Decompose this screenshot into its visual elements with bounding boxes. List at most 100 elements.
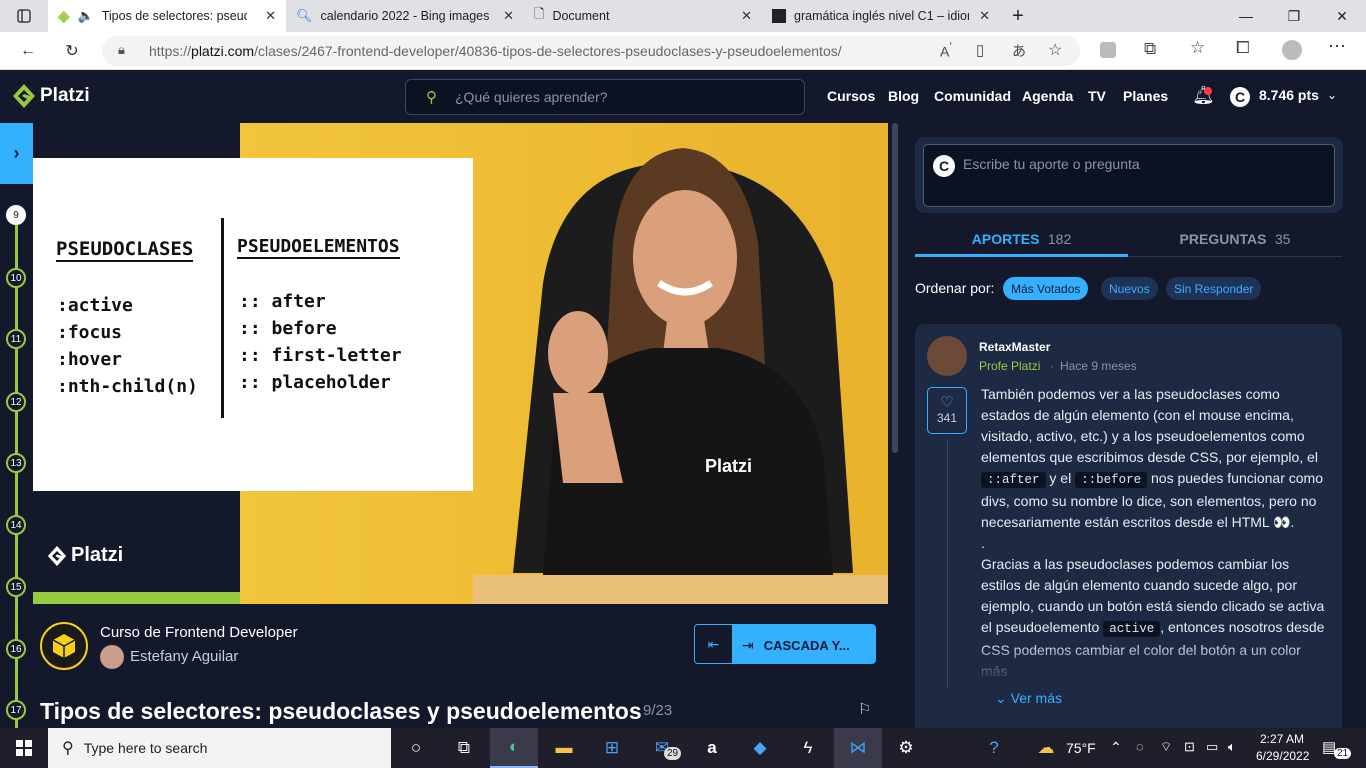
close-tab-icon[interactable]: ✕ (741, 8, 752, 24)
comment-input[interactable]: C Escribe tu aporte o pregunta (923, 144, 1335, 207)
video-player[interactable]: PSEUDOCLASES :active :focus :hover :nth-… (33, 123, 888, 604)
store-icon[interactable]: ⊞ (588, 728, 636, 768)
windows-start-icon[interactable] (0, 728, 48, 768)
lesson-11[interactable]: 11 (6, 329, 26, 349)
inline-code: ::after (981, 472, 1046, 488)
tab-preguntas[interactable]: PREGUNTAS 35 (1128, 226, 1342, 257)
teacher-avatar[interactable] (100, 645, 124, 669)
see-more-link[interactable]: ⌄ Ver más (995, 690, 1062, 707)
nav-tv[interactable]: TV (1088, 88, 1106, 104)
expand-rail-chevron-icon[interactable]: › (0, 123, 33, 184)
dropbox-icon[interactable]: ◆ (736, 728, 784, 768)
wifi-icon[interactable]: ⌔ (1160, 739, 1172, 755)
favorites-icon[interactable]: ☆ (1190, 38, 1205, 58)
tab-title: Tipos de selectores: pseudo (101, 9, 247, 23)
lesson-14[interactable]: 14 (6, 515, 26, 535)
comment-author[interactable]: RetaxMaster (979, 340, 1050, 354)
close-window-icon[interactable]: ✕ (1318, 0, 1366, 32)
volume-icon[interactable]: 🔈︎ (1228, 739, 1236, 755)
author-avatar[interactable] (927, 336, 967, 376)
read-aloud-icon[interactable]: Aʼ (940, 41, 952, 60)
collections-icon[interactable]: ⧠ (1236, 38, 1250, 58)
app-lightning-icon[interactable]: ϟ (784, 728, 832, 768)
author-role: Profe Platzi (979, 359, 1041, 373)
nav-planes[interactable]: Planes (1123, 88, 1168, 104)
nav-blog[interactable]: Blog (888, 88, 919, 104)
tray-chevron-up-icon[interactable]: ⌃ (1110, 739, 1122, 756)
platzi-logo[interactable]: Platzi (12, 83, 90, 109)
tab-platzi[interactable]: ◈ 🔈 Tipos de selectores: pseudo ✕ (48, 0, 286, 32)
whiteboard-item: :: before (239, 318, 337, 339)
nav-comunidad[interactable]: Comunidad (934, 88, 1011, 104)
weather-temp[interactable]: 75°F (1066, 740, 1096, 756)
network-icon[interactable]: ◌ (1136, 739, 1144, 754)
clock[interactable]: 2:27 AM 6/29/2022 (1256, 731, 1309, 765)
security-icon[interactable]: ⊡ (1184, 739, 1195, 755)
weather-icon[interactable]: ☁ (1022, 728, 1070, 768)
tab-bing[interactable]: 🔍︎ calendario 2022 - Bing images ✕ (286, 0, 524, 32)
tab-idiomas[interactable]: gramática inglés nivel C1 – idiom ✕ (762, 0, 1000, 32)
chevron-down-icon[interactable]: ⌄ (1327, 88, 1337, 102)
search-input[interactable]: ⚲ ¿Qué quieres aprender? (405, 79, 805, 115)
edge-icon[interactable]: ◐ (490, 728, 538, 768)
back-icon[interactable]: ← (14, 38, 42, 64)
immersive-reader-icon[interactable]: ▯ (976, 41, 984, 59)
tab-aportes[interactable]: APORTES 182 (915, 226, 1128, 257)
vscode-icon[interactable]: ⋈ (834, 728, 882, 768)
profile-avatar[interactable] (1282, 40, 1302, 60)
new-tab-icon[interactable]: + (1000, 0, 1036, 32)
like-count: 341 (936, 411, 958, 425)
amazon-icon[interactable]: a (688, 728, 736, 768)
sort-most-voted[interactable]: Más Votados (1003, 277, 1089, 300)
extensions-puzzle-icon[interactable]: ⧉ (1144, 39, 1156, 59)
course-title[interactable]: Curso de Frontend Developer (100, 624, 298, 641)
close-tab-icon[interactable]: ✕ (503, 8, 514, 24)
report-flag-icon[interactable]: ⚐ (858, 700, 871, 718)
sort-unanswered[interactable]: Sin Responder (1166, 277, 1262, 300)
close-tab-icon[interactable]: ✕ (265, 8, 276, 24)
lesson-10[interactable]: 10 (6, 268, 26, 288)
cortana-icon[interactable]: ○ (392, 728, 440, 768)
comment-card: RetaxMaster Profe Platzi · Hace 9 meses … (915, 324, 1342, 744)
nav-agenda[interactable]: Agenda (1022, 88, 1073, 104)
windows-taskbar: ⚲ Type here to search ○ ⧉ ◐ ▬ ⊞ ✉ 29 a ◆… (0, 728, 1366, 768)
task-view-icon[interactable]: ⧉ (440, 728, 488, 768)
translate-icon[interactable]: あ (1012, 41, 1026, 61)
battery-icon[interactable]: ▭ (1206, 739, 1218, 755)
lesson-16[interactable]: 16 (6, 639, 26, 659)
previous-class-icon[interactable]: ⇤ (695, 625, 732, 663)
settings-gear-icon[interactable]: ⚙ (882, 728, 930, 768)
speaker-icon[interactable]: 🔈 (78, 8, 94, 24)
lock-icon[interactable]: 🔒︎ (118, 42, 125, 58)
url-field[interactable]: 🔒︎ https://platzi.com/clases/2467-fronte… (102, 36, 1080, 66)
lesson-15[interactable]: 15 (6, 577, 26, 597)
tab-actions-icon[interactable] (0, 0, 48, 32)
refresh-icon[interactable]: ↻ (58, 38, 86, 64)
taskbar-search[interactable]: ⚲ Type here to search (48, 728, 391, 768)
teacher-name[interactable]: Estefany Aguilar (130, 648, 238, 665)
next-class-button[interactable]: ⇥ CASCADA Y... (732, 625, 875, 663)
restore-icon[interactable]: ❐ (1270, 0, 1318, 32)
like-button[interactable]: ♡ 341 (927, 387, 967, 434)
nav-cursos[interactable]: Cursos (827, 88, 875, 104)
tab-aportes-label: APORTES (971, 231, 1040, 247)
help-icon[interactable]: ? (970, 728, 1018, 768)
lesson-9[interactable]: 9 (6, 205, 26, 225)
tab-preguntas-label: PREGUNTAS (1179, 231, 1267, 247)
tab-document[interactable]: 🗋 Document ✕ (524, 0, 762, 32)
lesson-12[interactable]: 12 (6, 392, 26, 412)
more-menu-icon[interactable]: ⋯ (1328, 36, 1346, 57)
file-explorer-icon[interactable]: ▬ (540, 728, 588, 768)
close-tab-icon[interactable]: ✕ (979, 8, 990, 24)
course-badge[interactable] (40, 622, 88, 670)
sort-newest[interactable]: Nuevos (1101, 277, 1158, 300)
whiteboard-item: :active (57, 295, 133, 316)
minimize-icon[interactable]: — (1222, 0, 1270, 32)
lesson-17[interactable]: 17 (6, 700, 26, 720)
points-value[interactable]: 8.746 pts (1259, 87, 1319, 103)
favorite-star-icon[interactable]: ☆ (1048, 40, 1062, 60)
lesson-13[interactable]: 13 (6, 453, 26, 473)
whiteboard-item: :: placeholder (239, 372, 391, 393)
extension-icon[interactable] (1100, 42, 1116, 58)
page-scrollbar[interactable] (892, 123, 898, 453)
